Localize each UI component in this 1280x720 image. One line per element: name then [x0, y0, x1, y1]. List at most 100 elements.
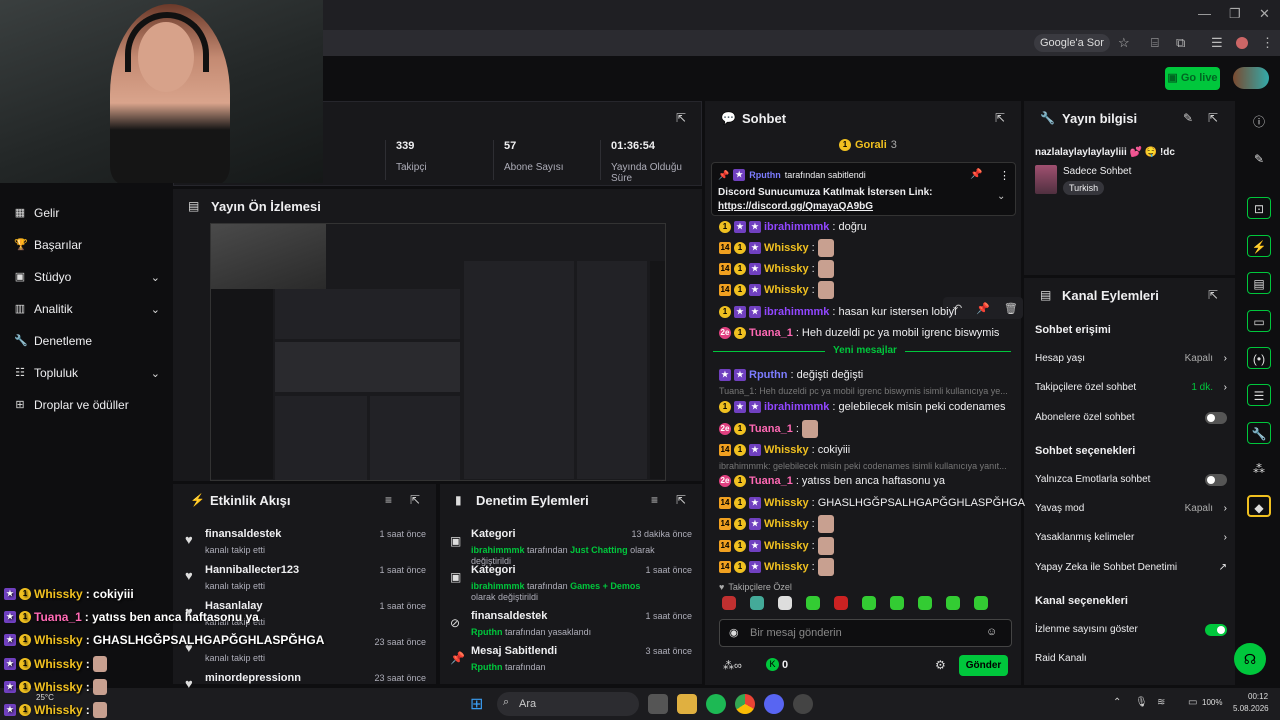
emote-icon[interactable]	[890, 596, 904, 610]
file-explorer-icon[interactable]	[677, 694, 697, 714]
layout-icon[interactable]: ☰	[1247, 384, 1271, 406]
app-icon[interactable]	[793, 694, 813, 714]
google-sor-button[interactable]: Google'a Sor	[1034, 34, 1110, 52]
chat-message[interactable]: 14 1 ★ Whissky:	[719, 239, 834, 257]
mod-action-item[interactable]: ▣ Kategori 1 saat önce ibrahimmmk tarafında…	[450, 562, 694, 602]
chrome-icon[interactable]	[735, 694, 755, 714]
popout-icon[interactable]: ⇱	[1208, 111, 1218, 125]
emote-only-row[interactable]: Yalnızca Emotlarla sohbet	[1035, 474, 1227, 486]
delete-icon[interactable]: 🗑	[1004, 302, 1018, 315]
chat-username[interactable]: Tuana_1	[749, 327, 793, 339]
sidebar-item-1[interactable]: 🏆 Başarılar	[14, 235, 164, 255]
minimize-icon[interactable]: —	[1198, 6, 1211, 21]
settings-icon[interactable]: ⚙	[935, 658, 946, 672]
taskbar-search[interactable]: Ara	[497, 692, 639, 716]
wrench-icon[interactable]: 🔧	[1247, 422, 1271, 444]
popout-icon[interactable]: ⇱	[410, 493, 420, 507]
stream-preview-image[interactable]	[210, 223, 666, 481]
extensions-icon[interactable]: ⧉	[1176, 35, 1185, 51]
subscribers-only-toggle[interactable]	[1205, 412, 1227, 424]
chat-username[interactable]: ibrahimmmk	[764, 221, 829, 233]
chat-message[interactable]: ★ ★ Rputhn: değişti değişti	[719, 366, 863, 384]
chat-username[interactable]: Tuana_1	[749, 475, 793, 487]
profile-avatar[interactable]	[1236, 37, 1248, 49]
emote-icon[interactable]	[834, 596, 848, 610]
list-item[interactable]: ♥ Hanniballecter123 kanalı takip etti 1 saa…	[185, 562, 428, 596]
more-icon[interactable]: ⋮	[999, 169, 1010, 182]
chat-username[interactable]: Whissky	[764, 444, 809, 456]
chat-username[interactable]: Whissky	[764, 518, 809, 530]
chat-username[interactable]: ibrahimmmk	[764, 306, 829, 318]
send-button[interactable]: Gönder	[959, 655, 1008, 676]
sidebar-item-4[interactable]: 🔧 Denetleme	[14, 331, 164, 351]
sidebar-item-5[interactable]: ☷ Topluluk ⌄	[14, 363, 164, 383]
chat-message[interactable]: 14 1 ★ Whissky:	[719, 515, 834, 533]
chat-username[interactable]: Whissky	[764, 540, 809, 552]
mod-action-item[interactable]: ▣ Kategori 13 dakika önce ibrahimmmk tarafı…	[450, 526, 694, 566]
clock-date[interactable]: 5.08.2026	[1233, 704, 1269, 713]
tray-chevron-icon[interactable]: ⌃	[1113, 697, 1121, 708]
pen-icon[interactable]: ✎	[1247, 148, 1271, 170]
battery-icon[interactable]: ▭	[1188, 697, 1197, 708]
chat-message[interactable]: 14 1 ★ Whissky: cokiyiii	[719, 441, 850, 459]
chat-message[interactable]: 14 1 ★ Whissky: GHASLHGĞPSALHGAPĞGHLASPĞHGA	[719, 494, 1025, 512]
document-icon[interactable]: ▤	[1247, 272, 1271, 294]
chevron-down-icon[interactable]: ⌄	[997, 191, 1005, 202]
emote-icon[interactable]	[862, 596, 876, 610]
chat-message[interactable]: 14 1 ★ Whissky:	[719, 537, 834, 555]
popout-icon[interactable]: ⇱	[676, 111, 686, 125]
emote-icon[interactable]	[722, 596, 736, 610]
emote-icon[interactable]	[806, 596, 820, 610]
emote-icon[interactable]	[974, 596, 988, 610]
user-avatar[interactable]	[1233, 67, 1269, 89]
chat-message[interactable]: 2e 1 Tuana_1: yatıss ben anca haftasonu ya	[719, 472, 945, 490]
gem-icon[interactable]: ◆	[1247, 495, 1271, 517]
chat-message[interactable]: 14 1 ★ Whissky:	[719, 260, 834, 278]
broadcast-icon[interactable]: (•)	[1247, 347, 1271, 369]
chat-username[interactable]: Whissky	[764, 284, 809, 296]
sidebar-item-3[interactable]: ▥ Analitik ⌄	[14, 299, 164, 319]
chat-username[interactable]: Tuana_1	[749, 423, 793, 435]
popout-icon[interactable]: ⇱	[1208, 288, 1218, 302]
list-item[interactable]: ♥ minordepressionn 23 saat önce	[185, 670, 428, 704]
slow-mode-row[interactable]: Yavaş mod Kapalı ›	[1035, 503, 1227, 514]
go-live-button[interactable]: ▣ Go live	[1165, 67, 1220, 90]
popout-icon[interactable]: ⇱	[676, 493, 686, 507]
chat-username[interactable]: ibrahimmmk	[764, 401, 829, 413]
sidebar-item-2[interactable]: ▣ Stüdyo ⌄	[14, 267, 164, 287]
chat-username[interactable]: Rputhn	[749, 369, 787, 381]
maximize-icon[interactable]: ❐	[1229, 6, 1241, 22]
users-icon[interactable]: ⁂	[1247, 458, 1271, 480]
followers-only-row[interactable]: Takipçilere özel sohbet 1 dk. ›	[1035, 382, 1227, 393]
edit-icon[interactable]: ✎	[1183, 111, 1193, 125]
pin-icon[interactable]: 📌	[976, 302, 990, 315]
tab-search-icon[interactable]: ☰	[1211, 35, 1223, 51]
sidebar-item-6[interactable]: ⊞ Droplar ve ödüller	[14, 395, 164, 415]
chat-message[interactable]: 1 ★ ★ ibrahimmmk: hasan kur istersen lobiyi	[719, 303, 957, 321]
pin-link[interactable]: https://discord.gg/QmayaQA9bG	[718, 201, 873, 212]
emote-icon[interactable]	[918, 596, 932, 610]
account-age-row[interactable]: Hesap yaşı Kapalı ›	[1035, 353, 1227, 364]
emote-only-toggle[interactable]	[1205, 474, 1227, 486]
chat-username[interactable]: Whissky	[764, 561, 809, 573]
chat-message[interactable]: 1 ★ ★ ibrahimmmk: gelebilecek misin peki co…	[719, 398, 1005, 416]
emote-icon[interactable]	[946, 596, 960, 610]
menu-icon[interactable]: ⋮	[1261, 35, 1274, 51]
list-item[interactable]: ♥ finansaldestek kanalı takip etti 1 saat ö…	[185, 526, 428, 560]
chat-message[interactable]: 2e 1 Tuana_1: Heh duzeldi pc ya mobil igre…	[719, 324, 999, 342]
translate-icon[interactable]: ⌸	[1151, 35, 1159, 51]
help-button[interactable]: ☊	[1234, 643, 1266, 675]
mod-action-item[interactable]: 📌 Mesaj Sabitlendi 3 saat önce Rputhn taraf…	[450, 643, 694, 683]
chat-message[interactable]: 2e 1 Tuana_1:	[719, 420, 818, 438]
subscribers-only-row[interactable]: Abonelere özel sohbet	[1035, 412, 1227, 424]
filter-icon[interactable]: ≡	[651, 493, 658, 507]
banned-words-row[interactable]: Yasaklanmış kelimeler ›	[1035, 532, 1227, 543]
discord-icon[interactable]	[764, 694, 784, 714]
task-view-icon[interactable]	[648, 694, 668, 714]
windows-start-icon[interactable]: ⊞	[470, 694, 483, 714]
star-icon[interactable]: ☆	[1118, 35, 1130, 51]
close-icon[interactable]: ✕	[1259, 6, 1270, 22]
screenshot-icon[interactable]: ⊡	[1247, 197, 1271, 219]
microphone-icon[interactable]: 🎙	[1135, 697, 1148, 708]
sidebar-item-0[interactable]: ▦ Gelir	[14, 203, 164, 223]
